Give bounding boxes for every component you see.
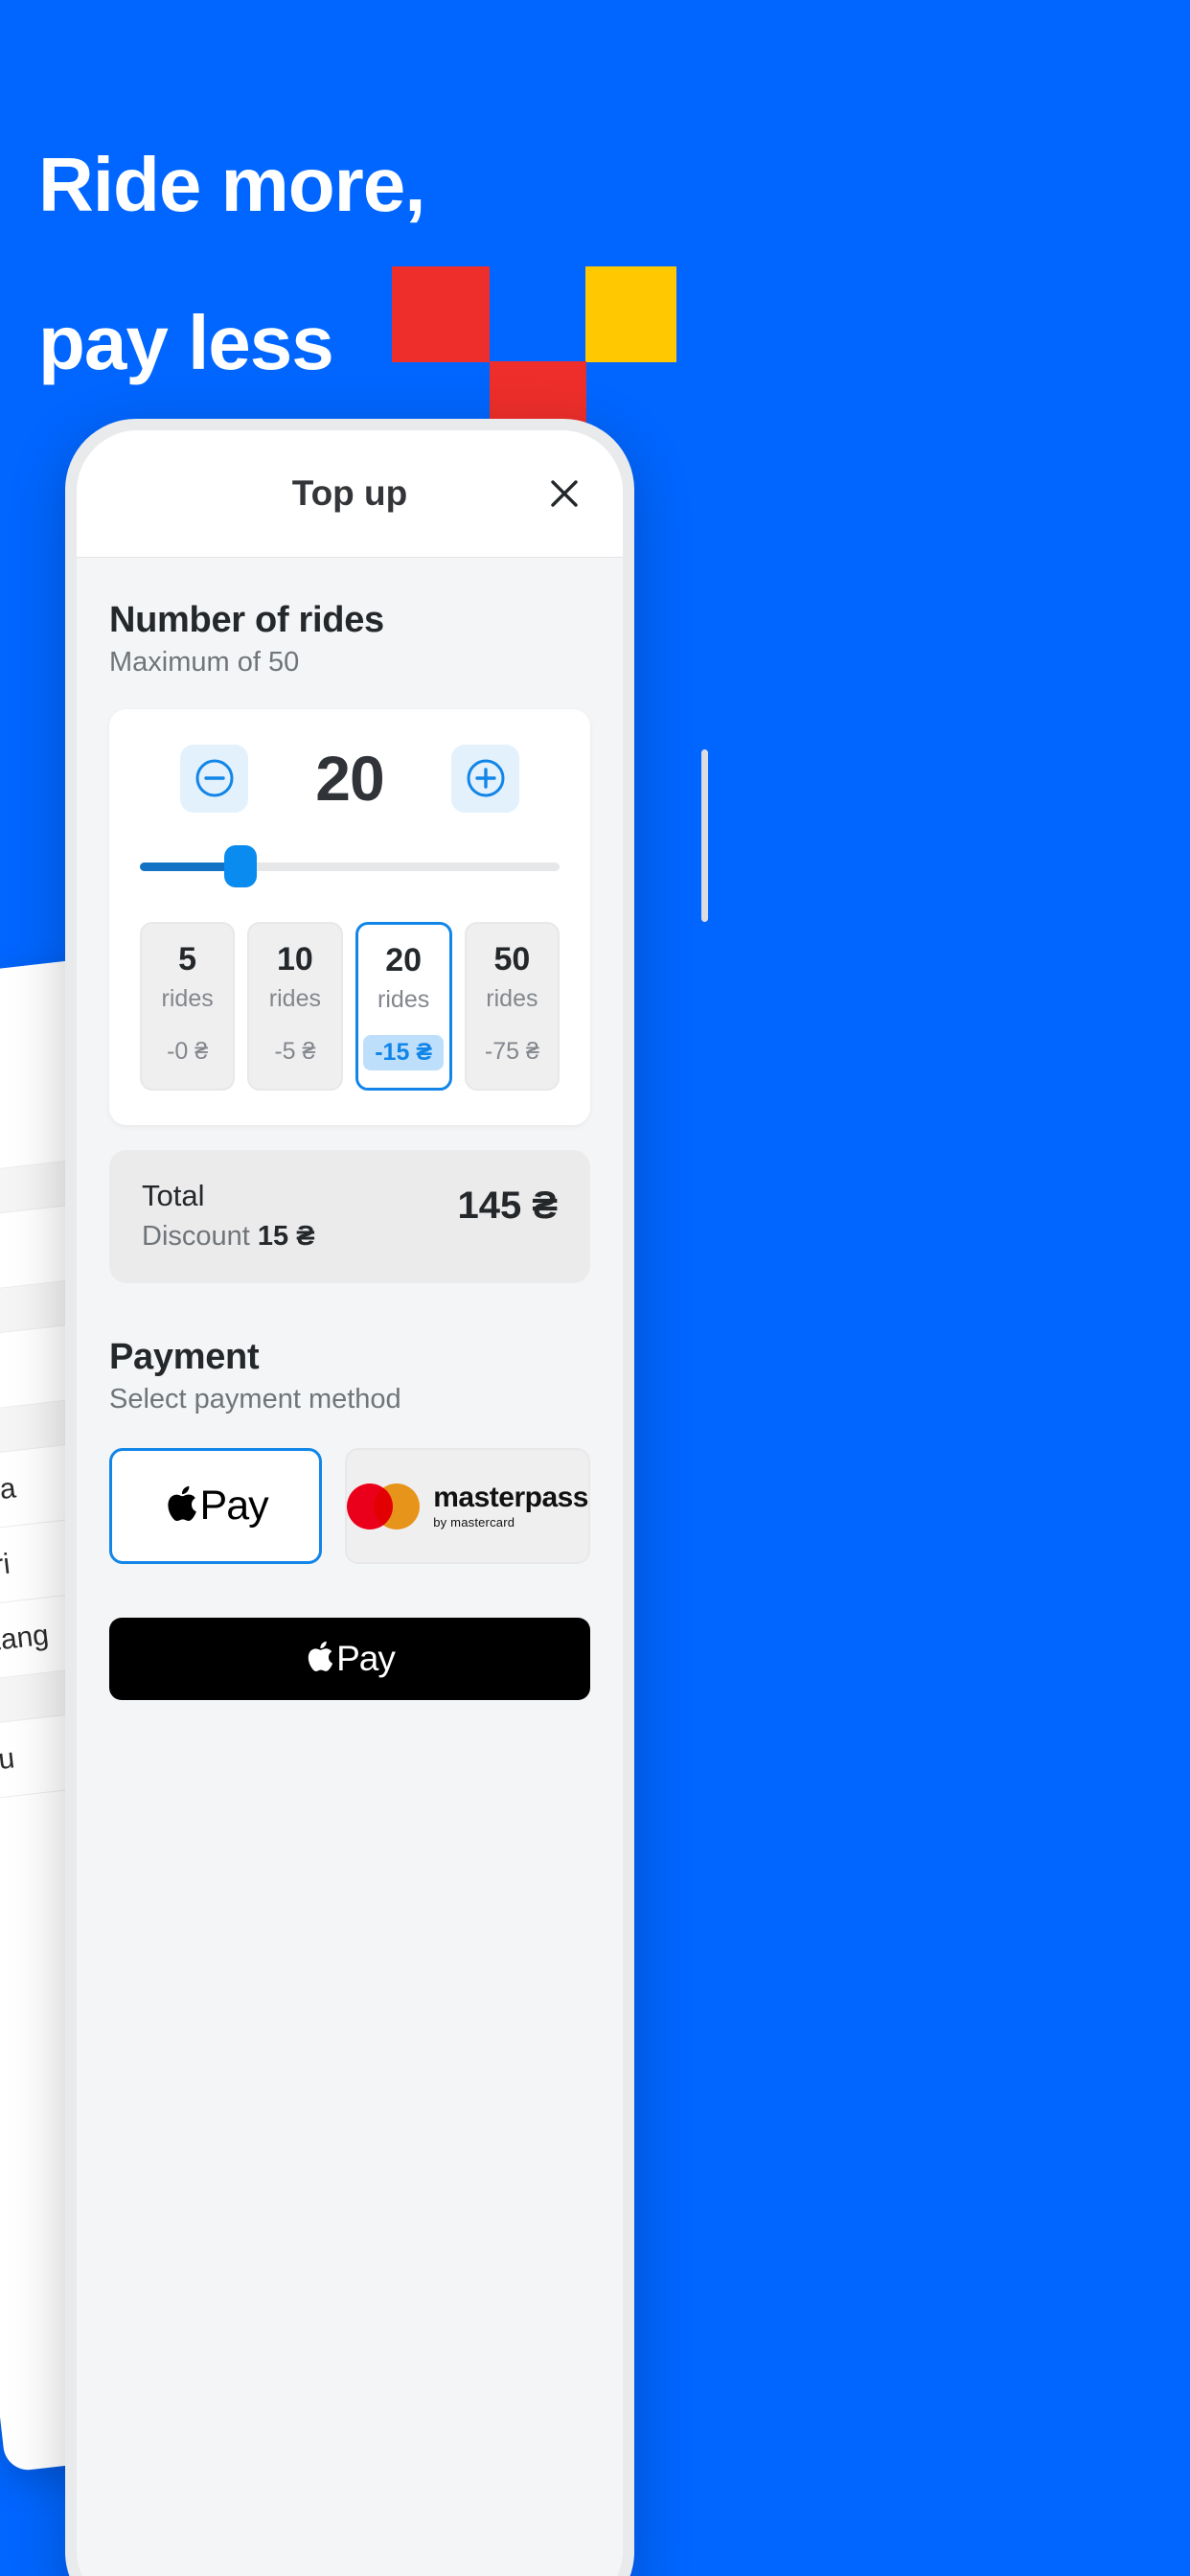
payment-method-apple-pay[interactable]: Pay xyxy=(109,1448,323,1564)
ride-option-label: rides xyxy=(161,985,214,1012)
total-discount-prefix: Discount xyxy=(142,1221,258,1252)
rides-card: 20 5 rides -0 ₴ 10 rides -5 ₴ 20 rides -… xyxy=(109,709,590,1125)
ride-option-count: 50 xyxy=(493,941,531,978)
apple-icon xyxy=(167,1485,196,1521)
masterpass-logo: masterpass by mastercard xyxy=(347,1482,588,1530)
ride-quantity-stepper: 20 xyxy=(140,742,560,815)
ride-option-discount: -0 ₴ xyxy=(167,1038,209,1065)
mastercard-icon xyxy=(347,1483,421,1530)
plus-circle-icon[interactable] xyxy=(451,744,519,813)
ride-quantity-slider[interactable] xyxy=(140,845,560,887)
payment-methods: Pay masterpass by mastercard xyxy=(109,1448,590,1564)
phone-screen: Top up Number of rides Maximum of 50 20 … xyxy=(77,430,623,2576)
modal-title: Top up xyxy=(291,473,408,513)
masterpass-title: masterpass xyxy=(433,1482,588,1513)
ride-option-5[interactable]: 5 rides -0 ₴ xyxy=(140,922,236,1091)
total-discount-line: Discount 15 ₴ xyxy=(142,1221,315,1253)
headline-line-2: pay less xyxy=(38,300,334,386)
total-label: Total xyxy=(142,1179,205,1212)
total-discount-value: 15 ₴ xyxy=(257,1221,315,1252)
modal-header: Top up xyxy=(77,430,623,558)
masterpass-wordmark: masterpass by mastercard xyxy=(433,1482,588,1530)
payment-section: Payment Select payment method Pay master… xyxy=(109,1337,590,1700)
modal-body: Number of rides Maximum of 50 20 5 rides… xyxy=(77,558,623,2576)
total-left: Total Discount 15 ₴ xyxy=(142,1179,315,1253)
ride-option-20[interactable]: 20 rides -15 ₴ xyxy=(355,922,452,1091)
ride-count-value: 20 xyxy=(315,743,384,814)
rides-section-subtitle: Maximum of 50 xyxy=(109,647,300,678)
rides-section-title: Number of rides xyxy=(109,600,384,640)
payment-section-subtitle: Select payment method xyxy=(109,1384,401,1414)
total-summary: Total Discount 15 ₴ 145 ₴ xyxy=(109,1150,590,1283)
ride-option-count: 10 xyxy=(276,941,313,978)
decorative-square-red-top xyxy=(392,266,490,362)
ride-option-10[interactable]: 10 rides -5 ₴ xyxy=(247,922,343,1091)
payment-section-title: Payment xyxy=(109,1337,260,1377)
background-row-language-label: Lang xyxy=(0,1618,51,1658)
close-icon[interactable] xyxy=(542,472,586,516)
ride-option-discount: -15 ₴ xyxy=(363,1035,444,1070)
promo-headline: Ride more, pay less xyxy=(38,67,425,462)
apple-pay-button-content: Pay xyxy=(305,1639,396,1679)
phone-power-button xyxy=(701,749,708,922)
ride-option-50[interactable]: 50 rides -75 ₴ xyxy=(464,922,560,1091)
decorative-square-yellow xyxy=(585,266,676,362)
headline-line-1: Ride more, xyxy=(38,142,425,228)
ride-option-count: 5 xyxy=(178,941,197,978)
minus-circle-icon[interactable] xyxy=(180,744,248,813)
slider-thumb[interactable] xyxy=(224,845,258,887)
apple-pay-label: Pay xyxy=(199,1483,269,1529)
ride-preset-options: 5 rides -0 ₴ 10 rides -5 ₴ 20 rides -15 … xyxy=(140,922,560,1091)
apple-icon xyxy=(308,1641,333,1671)
ride-option-label: rides xyxy=(268,985,321,1012)
masterpass-subtitle: by mastercard xyxy=(433,1515,515,1530)
apple-pay-logo: Pay xyxy=(164,1483,269,1530)
apple-pay-submit-button[interactable]: Pay xyxy=(109,1618,590,1700)
ride-option-label: rides xyxy=(486,985,538,1012)
apple-pay-button-label: Pay xyxy=(336,1639,396,1678)
total-amount: 145 ₴ xyxy=(457,1184,558,1227)
ride-option-label: rides xyxy=(378,986,430,1013)
ride-option-discount: -75 ₴ xyxy=(484,1038,539,1065)
ride-option-count: 20 xyxy=(385,942,423,978)
payment-method-masterpass[interactable]: masterpass by mastercard xyxy=(345,1448,590,1564)
ride-option-discount: -5 ₴ xyxy=(274,1038,316,1065)
phone-mockup: Top up Number of rides Maximum of 50 20 … xyxy=(65,419,708,2576)
